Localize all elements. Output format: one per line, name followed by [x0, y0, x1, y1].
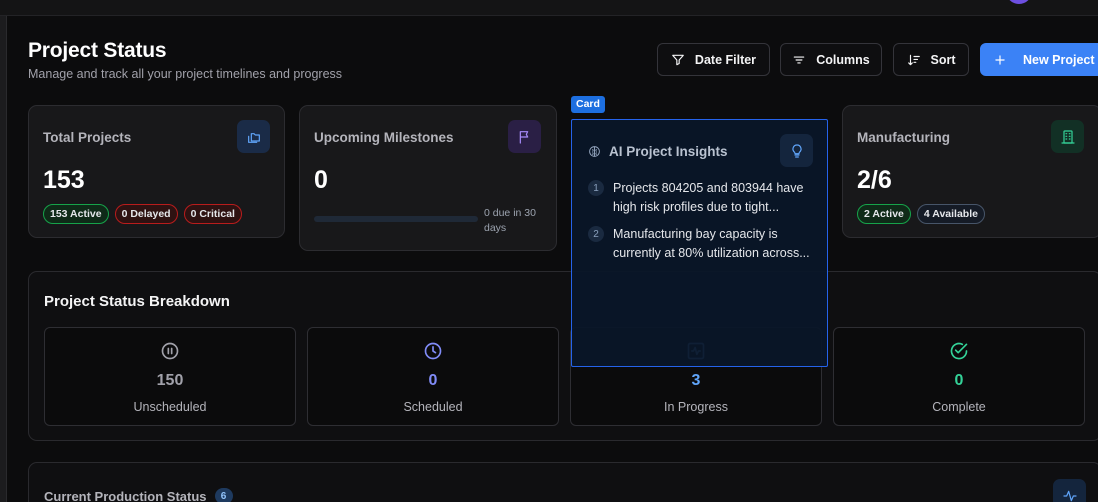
production-count-badge: 6	[214, 488, 233, 502]
building-icon	[1051, 120, 1084, 153]
pause-circle-icon	[161, 342, 179, 360]
active-badge: 153 Active	[43, 204, 109, 224]
status-label: Scheduled	[403, 400, 463, 414]
status-breakdown-panel: Project Status Breakdown 150 Unscheduled…	[28, 271, 1098, 441]
upcoming-milestones-card: Upcoming Milestones 0 0 due in 30 days	[299, 105, 557, 251]
status-count: 3	[691, 372, 701, 389]
status-count: 0	[428, 372, 438, 389]
card-title: Manufacturing	[857, 130, 950, 145]
insight-text: Manufacturing bay capacity is currently …	[613, 227, 810, 260]
clock-icon	[424, 342, 442, 360]
production-title: Current Production Status	[44, 488, 207, 502]
critical-badge: 0 Critical	[183, 204, 242, 224]
activity-icon[interactable]	[1053, 479, 1086, 502]
page-subtitle: Manage and track all your project timeli…	[28, 67, 343, 81]
columns-icon	[794, 56, 805, 64]
sort-label: Sort	[930, 52, 956, 67]
flag-icon	[508, 120, 541, 153]
manufacturing-card: Manufacturing 2/6 2 Active 4 Available	[842, 105, 1098, 238]
page-title: Project Status	[28, 39, 167, 62]
lightbulb-icon	[780, 134, 813, 167]
status-count: 0	[954, 372, 964, 389]
folders-icon	[237, 120, 270, 153]
production-status-panel: Current Production Status 6	[28, 462, 1098, 502]
status-label: In Progress	[664, 400, 728, 414]
date-filter-label: Date Filter	[694, 52, 757, 67]
production-title-row: Current Production Status 6	[44, 488, 233, 502]
manufacturing-value: 2/6	[857, 166, 892, 194]
available-bays-badge: 4 Available	[916, 204, 985, 224]
status-label: Unscheduled	[133, 400, 207, 414]
top-bar	[0, 0, 1098, 16]
new-project-label: New Project	[1023, 52, 1095, 67]
active-bays-badge: 2 Active	[857, 204, 911, 224]
status-scheduled[interactable]: 0 Scheduled	[307, 327, 559, 426]
insight-item: 2 Manufacturing bay capacity is currentl…	[588, 225, 813, 263]
status-complete[interactable]: 0 Complete	[833, 327, 1085, 426]
plus-icon	[995, 54, 1005, 65]
sort-button[interactable]: Sort	[893, 43, 969, 76]
insight-number: 2	[588, 226, 604, 242]
filter-icon	[672, 54, 684, 65]
new-project-button[interactable]: New Project	[980, 43, 1098, 76]
status-count: 150	[156, 372, 184, 389]
ai-insights-card[interactable]: AI Project Insights 1 Projects 804205 an…	[571, 119, 828, 367]
brain-icon	[589, 146, 600, 157]
milestones-value: 0	[314, 166, 328, 194]
total-projects-value: 153	[43, 166, 85, 194]
insight-number: 1	[588, 180, 604, 196]
card-tag: Card	[571, 96, 605, 113]
sort-icon	[907, 54, 920, 65]
date-filter-button[interactable]: Date Filter	[657, 43, 770, 76]
ai-insights-title: AI Project Insights	[609, 144, 728, 159]
total-projects-card: Total Projects 153 153 Active 0 Delayed …	[28, 105, 285, 238]
check-circle-icon	[950, 342, 968, 360]
breakdown-title: Project Status Breakdown	[44, 293, 230, 310]
card-title: Upcoming Milestones	[314, 130, 454, 145]
ai-insights-header: AI Project Insights	[588, 144, 728, 159]
delayed-badge: 0 Delayed	[114, 204, 178, 224]
card-title: Total Projects	[43, 130, 132, 145]
columns-label: Columns	[816, 52, 870, 67]
columns-button[interactable]: Columns	[780, 43, 882, 76]
status-unscheduled[interactable]: 150 Unscheduled	[44, 327, 296, 426]
status-label: Complete	[932, 400, 986, 414]
milestones-progress	[314, 216, 478, 222]
insight-text: Projects 804205 and 803944 have high ris…	[613, 181, 804, 214]
insight-item: 1 Projects 804205 and 803944 have high r…	[588, 179, 813, 217]
sidebar-edge	[0, 16, 7, 502]
milestones-due-text: 0 due in 30 days	[484, 207, 536, 234]
